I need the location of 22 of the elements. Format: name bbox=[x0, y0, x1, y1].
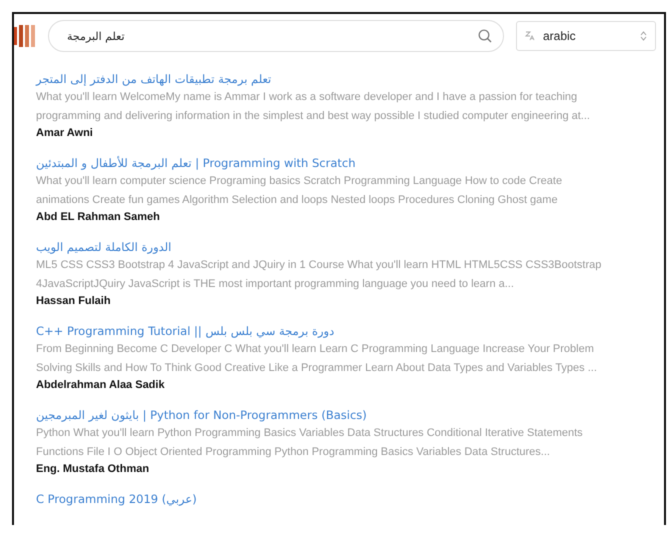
course-description: ML5 CSS CSS3 Bootstrap 4 JavaScript and JQuiry in 1 Course What you'll learn HTML HTML5CSS CSS3Bootstrap 4JavaScriptJQuiry JavaScript is THE most important programming language you need to learn a... bbox=[36, 258, 602, 292]
course-title-link[interactable]: تعلم برمجة تطبيقات الهاتف من الدفتر إلى المتجر bbox=[36, 71, 272, 88]
author-name: Eng. Mustafa Othman bbox=[36, 462, 150, 477]
course-title-link[interactable]: C++ Programming Tutorial || دورة برمجة سي بلس بلس bbox=[36, 323, 334, 340]
language-select[interactable]: arabic bbox=[516, 21, 656, 51]
course-title-link[interactable]: الدورة الكاملة لتصميم الويب bbox=[36, 239, 172, 256]
course-title-link[interactable]: C Programming 2019 (عربي) bbox=[36, 491, 197, 508]
author-name: Abd EL Rahman Sameh bbox=[36, 210, 161, 225]
translate-icon bbox=[525, 31, 535, 41]
course-description: What you'll learn computer science Programing basics Scratch Programming Language How to code Create animations Create fun games Algorithm Selection and loops Nested loops Procedures Cloning Ghost game bbox=[36, 174, 564, 208]
author-name: Abdelrahman Alaa Sadik bbox=[36, 378, 166, 393]
logo-icon bbox=[14, 25, 36, 47]
course-title-link[interactable]: تعلم البرمجة للأطفال و المبتدئين | Programming with Scratch bbox=[36, 155, 356, 172]
course-description: Python What you'll learn Python Programming Basics Variables Data Structures Conditional Iterative Statements Functions File I O Object Oriented Programming Python Programming Basics Variables Data Structures... bbox=[36, 426, 584, 460]
search-field[interactable]: تعلم البرمجة bbox=[48, 20, 504, 52]
author-name: Amar Awni bbox=[36, 126, 94, 141]
search-icon[interactable] bbox=[478, 29, 492, 43]
chevron-updown-icon bbox=[640, 31, 647, 41]
course-description: What you'll learn WelcomeMy name is Ammar I work as a software developer and I have a passion for teaching programming and delivering information in the simplest and best way possible I studied computer engineering at... bbox=[36, 90, 591, 124]
course-description: From Beginning Become C Developer C What you'll learn Learn C Programming Language Increase Your Problem Solving Skills and How To Think Good Creative Like a Programmer Learn About Data Types and Variables Types ... bbox=[36, 342, 598, 376]
author-name: Hassan Fulaih bbox=[36, 294, 112, 309]
course-title-link[interactable]: بايثون لغير المبرمجين | Python for Non-Programmers (Basics) bbox=[36, 407, 367, 424]
